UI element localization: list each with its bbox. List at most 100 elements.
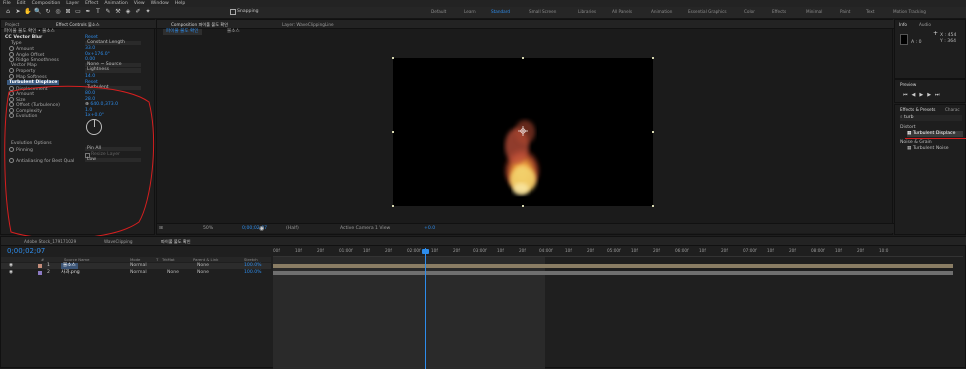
layer-duration-bar[interactable] — [273, 264, 953, 268]
tab-composition[interactable]: Composition 파이풀 불도 확인 — [171, 22, 228, 28]
workspace-standard[interactable]: Standard — [491, 9, 510, 14]
transform-handle[interactable] — [522, 57, 524, 59]
eraser-tool-icon[interactable]: ◈ — [124, 8, 132, 16]
layer-stretch[interactable]: 100.0% — [244, 263, 262, 269]
home-icon[interactable]: ⌂ — [4, 8, 12, 16]
tab-info[interactable]: Info — [899, 22, 907, 27]
label-color-swatch[interactable] — [38, 264, 42, 268]
tab-audio[interactable]: Audio — [919, 22, 931, 27]
timeline-search-icon[interactable]: ⌕ — [39, 248, 42, 254]
tab-timeline-waveclipping[interactable]: WaveClipping — [104, 239, 133, 244]
layer-trkmat[interactable]: None — [167, 270, 179, 276]
category-distort[interactable]: Distort — [900, 125, 916, 130]
camera-tool-icon[interactable]: ◎ — [54, 8, 62, 16]
zoom-tool-icon[interactable]: 🔍 — [34, 8, 42, 16]
menu-window[interactable]: Window — [148, 0, 172, 7]
effect-item-turbulent-noise[interactable]: ▦ Turbulent Noise — [907, 146, 949, 151]
effect-item-turbulent-displace[interactable]: ▦ Turbulent Displace — [907, 131, 963, 137]
roto-brush-tool-icon[interactable]: ✐ — [134, 8, 142, 16]
workspace-effects[interactable]: Effects — [772, 9, 786, 14]
region-of-interest-icon[interactable]: ⊞ — [159, 226, 163, 231]
param-value[interactable]: 14.0 — [85, 74, 95, 79]
transform-handle[interactable] — [652, 205, 654, 207]
layer-parent[interactable]: None — [197, 270, 209, 276]
layer-name[interactable]: 불소스 — [61, 263, 78, 269]
playhead[interactable] — [425, 248, 426, 369]
visibility-eye-icon[interactable]: ◉ — [9, 263, 13, 269]
layer-duration-bar[interactable] — [273, 271, 953, 275]
layer-row[interactable]: ◉ 2 사과.png Normal None None 100.0% — [1, 270, 271, 276]
transform-handle[interactable] — [392, 205, 394, 207]
view-layout-dropdown[interactable]: 1 View — [375, 226, 390, 231]
visibility-eye-icon[interactable]: ◉ — [9, 270, 13, 276]
tab-layer[interactable]: Layer: WaveClippingLine — [282, 22, 334, 27]
transform-handle[interactable] — [392, 131, 394, 133]
tab-character[interactable]: Charac — [945, 107, 960, 112]
layer-stretch[interactable]: 100.0% — [244, 270, 262, 276]
puppet-tool-icon[interactable]: ✦ — [144, 8, 152, 16]
menu-effect[interactable]: Effect — [82, 0, 101, 7]
stopwatch-icon[interactable] — [9, 57, 14, 62]
playhead-handle[interactable] — [422, 249, 429, 254]
transform-handle[interactable] — [392, 57, 394, 59]
workspace-libraries[interactable]: Libraries — [578, 9, 596, 14]
tab-effect-controls[interactable]: Effect Controls 불소스 — [56, 22, 100, 28]
camera-dropdown[interactable]: Active Camera — [340, 226, 374, 231]
menu-composition[interactable]: Composition — [29, 0, 64, 7]
snapping-checkbox[interactable] — [230, 9, 236, 15]
workspace-learn[interactable]: Learn — [464, 9, 476, 14]
transform-handle[interactable] — [652, 131, 654, 133]
tab-timeline-stock[interactable]: Adobe Stock_179171029 — [24, 239, 76, 244]
workspace-animation[interactable]: Animation — [651, 9, 672, 14]
resolution-dropdown[interactable]: (Half) — [286, 226, 299, 231]
selection-tool-icon[interactable]: ➤ — [14, 8, 22, 16]
comp-subtab[interactable]: 파이풀 불도 확인 — [163, 29, 202, 35]
type-tool-icon[interactable]: T — [94, 8, 102, 16]
workspace-all-panels[interactable]: All Panels — [612, 9, 632, 14]
workspace-color[interactable]: Color — [744, 9, 755, 14]
exposure-value[interactable]: +0.0 — [424, 226, 435, 231]
workspace-minimal[interactable]: Minimal — [806, 9, 822, 14]
rectangle-tool-icon[interactable]: ▭ — [74, 8, 82, 16]
pan-behind-tool-icon[interactable]: ⊠ — [64, 8, 72, 16]
zoom-dropdown[interactable]: 50% — [203, 226, 213, 231]
snapshot-icon[interactable]: ◉ — [259, 225, 264, 232]
workspace-default[interactable]: Default — [431, 9, 446, 14]
composition-viewer[interactable] — [392, 57, 654, 207]
layer-parent[interactable]: None — [197, 263, 209, 269]
workspace-motion-tracking[interactable]: Motion Tracking — [893, 9, 926, 14]
tab-preview[interactable]: Preview — [900, 82, 916, 87]
rotate-tool-icon[interactable]: ↻ — [44, 8, 52, 16]
stopwatch-icon[interactable] — [9, 73, 14, 79]
time-ruler[interactable]: 00f 10f 20f 01:00f 10f 20f 02:00f 10f 20… — [273, 248, 963, 257]
playback-controls[interactable]: ⏮◀▶▶⏭ — [903, 92, 944, 98]
layer-name[interactable]: 사과.png — [61, 270, 80, 276]
layer-mode[interactable]: Normal — [130, 263, 147, 269]
category-noise-grain[interactable]: Noise & Grain — [900, 140, 932, 145]
menu-edit[interactable]: Edit — [14, 0, 29, 7]
layer-mode[interactable]: Normal — [130, 270, 147, 276]
hand-tool-icon[interactable]: ✋ — [24, 8, 32, 16]
brush-tool-icon[interactable]: ✎ — [104, 8, 112, 16]
menu-help[interactable]: Help — [172, 0, 188, 7]
workspace-essential-graphics[interactable]: Essential Graphics — [688, 9, 727, 14]
property-dropdown[interactable]: Lightness — [85, 68, 141, 73]
workspace-paint[interactable]: Paint — [840, 9, 850, 14]
tab-timeline-main[interactable]: 파이풀 불도 확인 — [161, 239, 191, 245]
comp-subtab-layer[interactable]: 불소스 — [227, 29, 240, 35]
effects-search-input[interactable]: ⌕ turb — [900, 115, 962, 121]
clone-stamp-tool-icon[interactable]: ⚒ — [114, 8, 122, 16]
layer-row[interactable]: ◉ 1 불소스 Normal None 100.0% — [1, 263, 271, 269]
type-dropdown[interactable]: Constant Length — [85, 40, 141, 46]
workspace-text[interactable]: Text — [866, 9, 874, 14]
stopwatch-icon[interactable] — [9, 46, 14, 51]
pen-tool-icon[interactable]: ✒ — [84, 8, 92, 16]
workspace-small-screen[interactable]: Small Screen — [529, 9, 556, 14]
tab-effects-presets[interactable]: Effects & Presets — [900, 107, 935, 112]
menu-file[interactable]: File — [0, 0, 14, 7]
tab-project[interactable]: Project — [5, 22, 19, 27]
transform-handle[interactable] — [522, 205, 524, 207]
transform-handle[interactable] — [652, 57, 654, 59]
menu-layer[interactable]: Layer — [63, 0, 82, 7]
label-color-swatch[interactable] — [38, 271, 42, 275]
